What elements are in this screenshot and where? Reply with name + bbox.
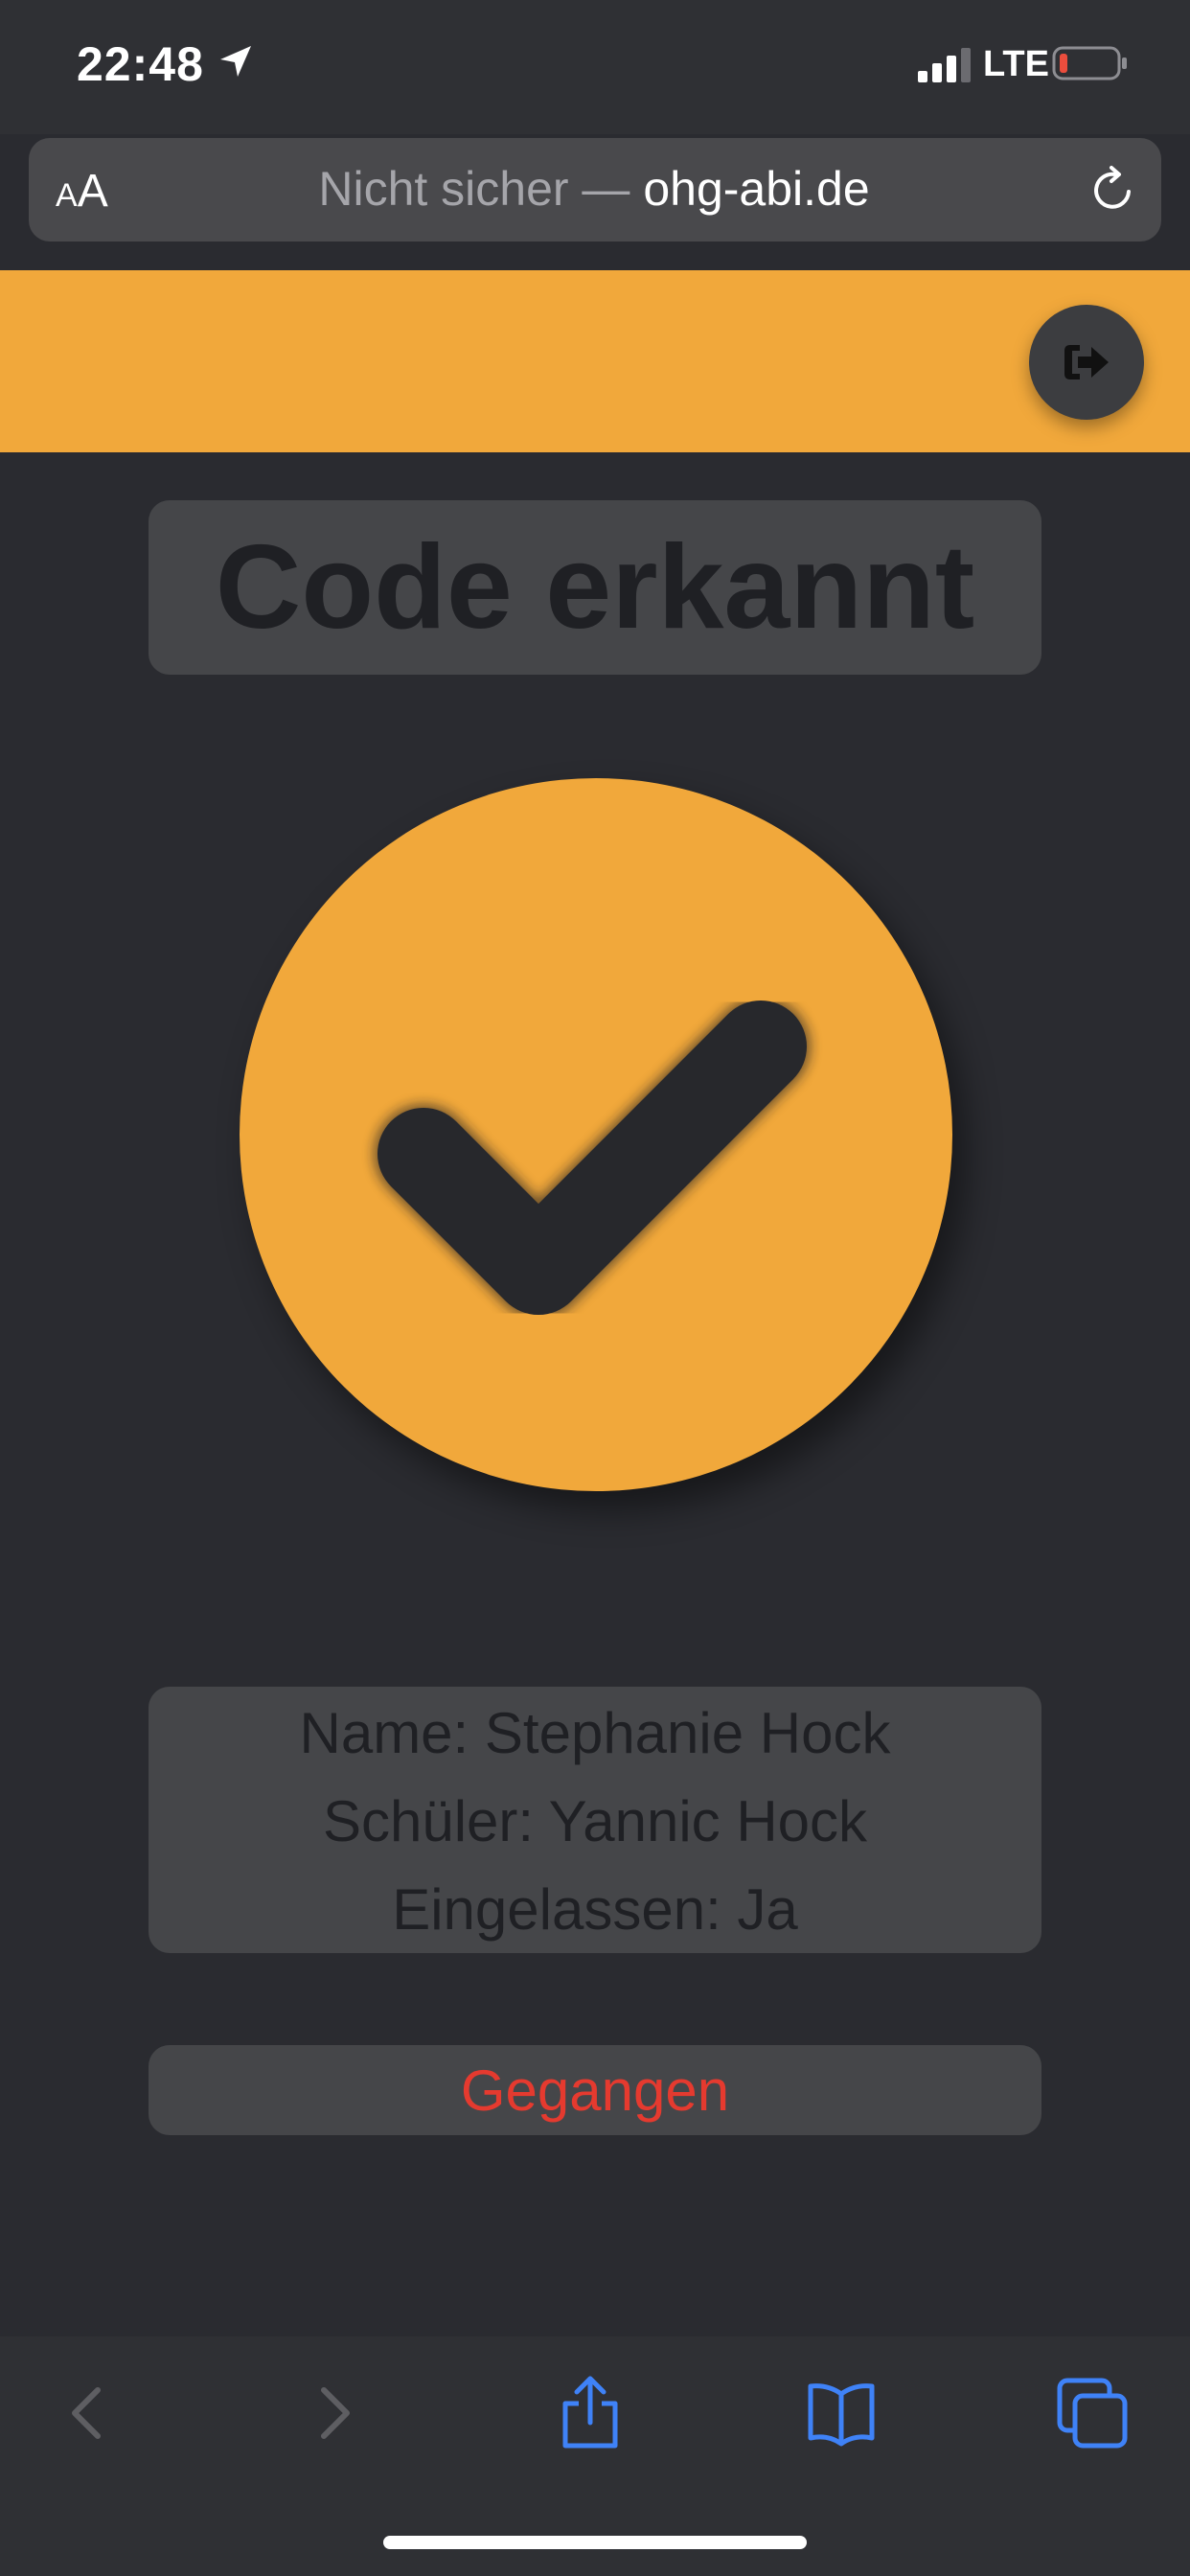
guest-name: Name: Stephanie Hock xyxy=(299,1701,891,1765)
guest-info-card: Name: Stephanie Hock Schüler: Yannic Hoc… xyxy=(149,1687,1041,1953)
gone-button[interactable]: Gegangen xyxy=(149,2045,1041,2135)
logout-button[interactable] xyxy=(1029,305,1144,420)
signal-icon xyxy=(918,48,971,82)
status-time: 22:48 xyxy=(77,37,204,91)
home-indicator[interactable] xyxy=(383,2536,807,2549)
url-security-label: Nicht sicher — xyxy=(318,162,644,216)
forward-icon[interactable] xyxy=(297,2375,374,2451)
battery-icon xyxy=(1052,46,1127,80)
network-label: LTE xyxy=(983,44,1049,84)
text-size-button[interactable]: AA xyxy=(56,165,108,218)
url-host: ohg-abi.de xyxy=(643,162,870,216)
title-card: Code erkannt xyxy=(149,500,1041,675)
student-name: Schüler: Yannic Hock xyxy=(322,1789,868,1853)
url-field[interactable]: Nicht sicher — ohg-abi.de xyxy=(153,161,1035,217)
tabs-icon[interactable] xyxy=(1054,2375,1131,2451)
bookmarks-icon[interactable] xyxy=(803,2375,880,2451)
text-size-small-label: A xyxy=(56,177,78,214)
page-title: Code erkannt xyxy=(215,521,975,654)
back-icon[interactable] xyxy=(48,2375,125,2451)
share-icon[interactable] xyxy=(552,2375,629,2451)
app-header xyxy=(0,270,1190,452)
reload-icon[interactable] xyxy=(1087,163,1140,217)
checkmark-icon xyxy=(374,997,811,1319)
success-badge xyxy=(240,778,952,1491)
text-size-large-label: A xyxy=(77,166,108,217)
admitted-status: Eingelassen: Ja xyxy=(392,1877,798,1942)
location-arrow-icon xyxy=(220,46,251,77)
logout-icon xyxy=(1064,345,1109,380)
